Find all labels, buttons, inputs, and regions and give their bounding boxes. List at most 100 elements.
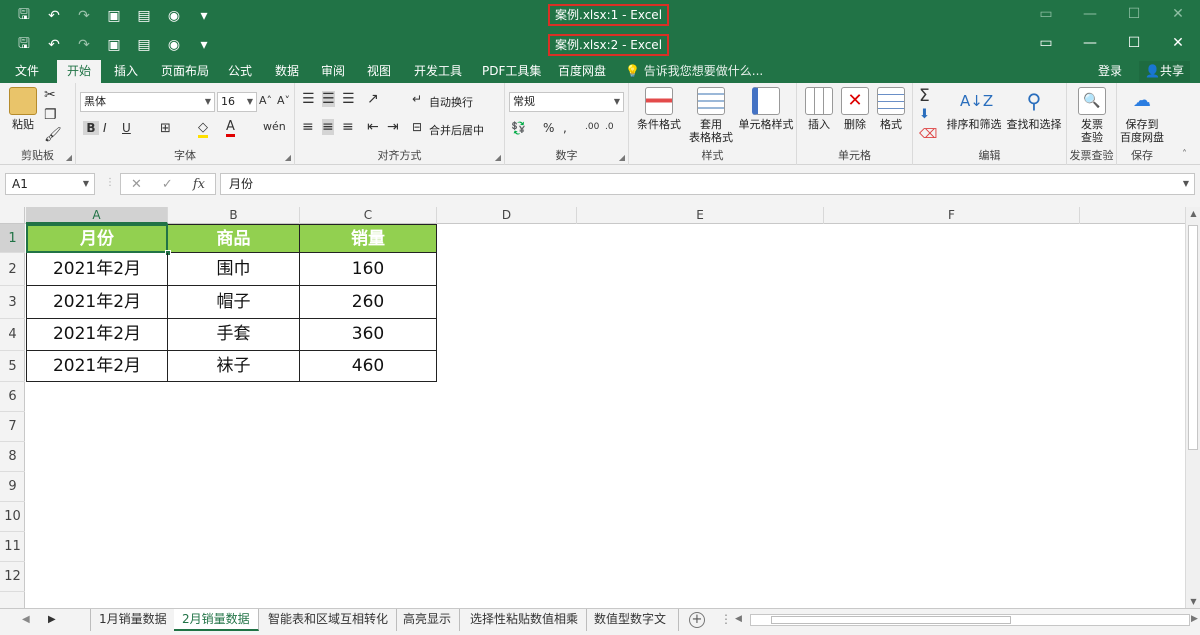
minimize-button[interactable]: — bbox=[1068, 29, 1112, 57]
ribbon-display-icon[interactable]: ▭ bbox=[1024, 29, 1068, 57]
table-cell[interactable]: 160 bbox=[300, 253, 437, 286]
format-as-table-button[interactable]: 套用 表格格式 bbox=[685, 87, 737, 144]
camera-icon[interactable]: ◉ bbox=[164, 37, 184, 53]
percent-icon[interactable]: % bbox=[543, 121, 554, 135]
form-icon[interactable]: ▣ bbox=[104, 8, 124, 24]
align-middle-icon[interactable]: ☰ bbox=[322, 91, 335, 107]
conditional-formatting-button[interactable]: 条件格式 bbox=[633, 87, 685, 131]
scroll-left-icon[interactable]: ◀ bbox=[735, 614, 742, 624]
column-header-e[interactable]: E bbox=[577, 207, 824, 224]
tab-home[interactable]: 开始 bbox=[57, 60, 102, 83]
row-header[interactable]: 3 bbox=[0, 286, 25, 319]
table-cell[interactable]: 2021年2月 bbox=[26, 319, 168, 351]
cell-styles-button[interactable]: 单元格样式 bbox=[737, 87, 795, 131]
font-size-select[interactable]: 16 ▼ bbox=[217, 92, 257, 112]
align-right-icon[interactable]: ≡ bbox=[342, 119, 354, 135]
next-sheet-icon[interactable]: ▶ bbox=[48, 614, 56, 625]
align-top-icon[interactable]: ☰ bbox=[302, 91, 315, 107]
wrap-text-icon[interactable]: ↵ bbox=[412, 92, 422, 106]
row-header[interactable]: 8 bbox=[0, 442, 25, 472]
sheet-tab[interactable]: 数值型数字文 bbox=[586, 609, 679, 631]
dialog-launcher-icon[interactable]: ◢ bbox=[66, 153, 72, 162]
wrap-text-button[interactable]: 自动换行 bbox=[429, 94, 473, 110]
table-cell[interactable]: 360 bbox=[300, 319, 437, 351]
column-header-f[interactable]: F bbox=[824, 207, 1080, 224]
format-painter-icon[interactable]: 🖌 bbox=[44, 127, 62, 143]
horizontal-scrollbar[interactable] bbox=[750, 614, 1190, 626]
picture-icon[interactable]: ▤ bbox=[134, 8, 154, 24]
tab-data[interactable]: 数据 bbox=[275, 60, 299, 83]
prev-sheet-icon[interactable]: ◀ bbox=[22, 614, 30, 625]
scroll-up-icon[interactable]: ▲ bbox=[1186, 209, 1200, 218]
row-header[interactable]: 6 bbox=[0, 382, 25, 412]
save-icon[interactable]: 🖫 bbox=[14, 33, 34, 57]
clear-icon[interactable]: ⌫ bbox=[919, 127, 937, 142]
invoice-check-button[interactable]: 🔍 发票 查验 bbox=[1071, 87, 1113, 144]
minimize-button[interactable]: — bbox=[1068, 0, 1112, 28]
sheet-tab[interactable]: 选择性粘贴数值相乘 bbox=[462, 609, 588, 631]
tab-file[interactable]: 文件 bbox=[15, 60, 39, 83]
row-header[interactable]: 5 bbox=[0, 351, 25, 382]
phonetic-icon[interactable]: wén bbox=[263, 120, 286, 133]
table-cell[interactable]: 260 bbox=[300, 286, 437, 319]
paste-button[interactable]: 粘贴 bbox=[6, 87, 40, 131]
comma-icon[interactable]: , bbox=[563, 121, 567, 135]
number-format-select[interactable]: 常规 ▼ bbox=[509, 92, 624, 112]
tab-page-layout[interactable]: 页面布局 bbox=[161, 60, 209, 83]
redo-icon[interactable]: ↷ bbox=[74, 37, 94, 53]
dialog-launcher-icon[interactable]: ◢ bbox=[285, 153, 291, 162]
table-cell[interactable]: 2021年2月 bbox=[26, 351, 168, 382]
dialog-launcher-icon[interactable]: ◢ bbox=[619, 153, 625, 162]
delete-cells-button[interactable]: ✕ 删除 bbox=[837, 87, 873, 131]
cancel-icon[interactable]: ✕ bbox=[131, 177, 142, 192]
vertical-scrollbar[interactable]: ▲ ▼ bbox=[1185, 207, 1200, 608]
cell-c1[interactable]: 销量 bbox=[300, 224, 437, 253]
save-to-baidu-button[interactable]: ☁ 保存到 百度网盘 bbox=[1117, 87, 1167, 144]
worksheet-grid[interactable]: 月份 商品 销量 2021年2月 围巾 160 2021年2月 帽子 260 2… bbox=[26, 224, 1185, 608]
scroll-down-icon[interactable]: ▼ bbox=[1186, 597, 1200, 606]
row-header[interactable]: 12 bbox=[0, 562, 25, 592]
customize-qat-icon[interactable]: ▾ bbox=[194, 8, 214, 24]
camera-icon[interactable]: ◉ bbox=[164, 8, 184, 24]
row-header[interactable]: 7 bbox=[0, 412, 25, 442]
increase-indent-icon[interactable]: ⇥ bbox=[387, 119, 399, 135]
align-center-icon[interactable]: ≡ bbox=[322, 119, 334, 135]
increase-decimal-icon[interactable]: .00 bbox=[585, 122, 599, 132]
table-cell[interactable]: 2021年2月 bbox=[26, 286, 168, 319]
find-select-button[interactable]: ⚲ 查找和选择 bbox=[1005, 87, 1063, 131]
close-button[interactable]: ✕ bbox=[1156, 29, 1200, 57]
fill-icon[interactable]: ⬇ bbox=[919, 107, 930, 122]
sheet-tab-active[interactable]: 2月销量数据 bbox=[174, 609, 259, 631]
login-link[interactable]: 登录 bbox=[1098, 60, 1122, 83]
collapse-ribbon-icon[interactable]: ˄ bbox=[1182, 149, 1187, 160]
table-cell[interactable]: 手套 bbox=[168, 319, 300, 351]
table-cell[interactable]: 帽子 bbox=[168, 286, 300, 319]
save-icon[interactable]: 🖫 bbox=[14, 4, 34, 28]
increase-font-icon[interactable]: A˄ bbox=[259, 94, 272, 107]
add-sheet-icon[interactable]: + bbox=[689, 612, 705, 628]
sheet-tab[interactable]: 1月销量数据 bbox=[90, 609, 176, 631]
table-cell[interactable]: 2021年2月 bbox=[26, 253, 168, 286]
fill-color-icon[interactable]: ◇ bbox=[198, 120, 208, 138]
row-header[interactable]: 11 bbox=[0, 532, 25, 562]
row-header[interactable]: 4 bbox=[0, 319, 25, 351]
table-cell[interactable]: 460 bbox=[300, 351, 437, 382]
more-icon[interactable]: ⋮ bbox=[720, 612, 732, 626]
scroll-thumb[interactable] bbox=[771, 616, 1011, 624]
tab-view[interactable]: 视图 bbox=[367, 60, 391, 83]
share-button[interactable]: 👤共享 bbox=[1139, 61, 1190, 82]
scroll-right-icon[interactable]: ▶ bbox=[1191, 614, 1198, 624]
select-all-corner[interactable] bbox=[0, 207, 25, 224]
enter-icon[interactable]: ✓ bbox=[162, 177, 173, 192]
align-left-icon[interactable]: ≡ bbox=[302, 119, 314, 135]
align-bottom-icon[interactable]: ☰ bbox=[342, 91, 355, 107]
tab-formulas[interactable]: 公式 bbox=[228, 60, 252, 83]
tab-developer[interactable]: 开发工具 bbox=[414, 60, 462, 83]
format-cells-button[interactable]: 格式 bbox=[873, 87, 909, 131]
tab-pdf-tools[interactable]: PDF工具集 bbox=[482, 60, 541, 83]
merge-center-icon[interactable]: ⊟ bbox=[412, 120, 422, 134]
picture-icon[interactable]: ▤ bbox=[134, 37, 154, 53]
border-icon[interactable]: ⊞ bbox=[160, 121, 171, 136]
table-cell[interactable]: 围巾 bbox=[168, 253, 300, 286]
column-header-a[interactable]: A bbox=[26, 207, 168, 224]
